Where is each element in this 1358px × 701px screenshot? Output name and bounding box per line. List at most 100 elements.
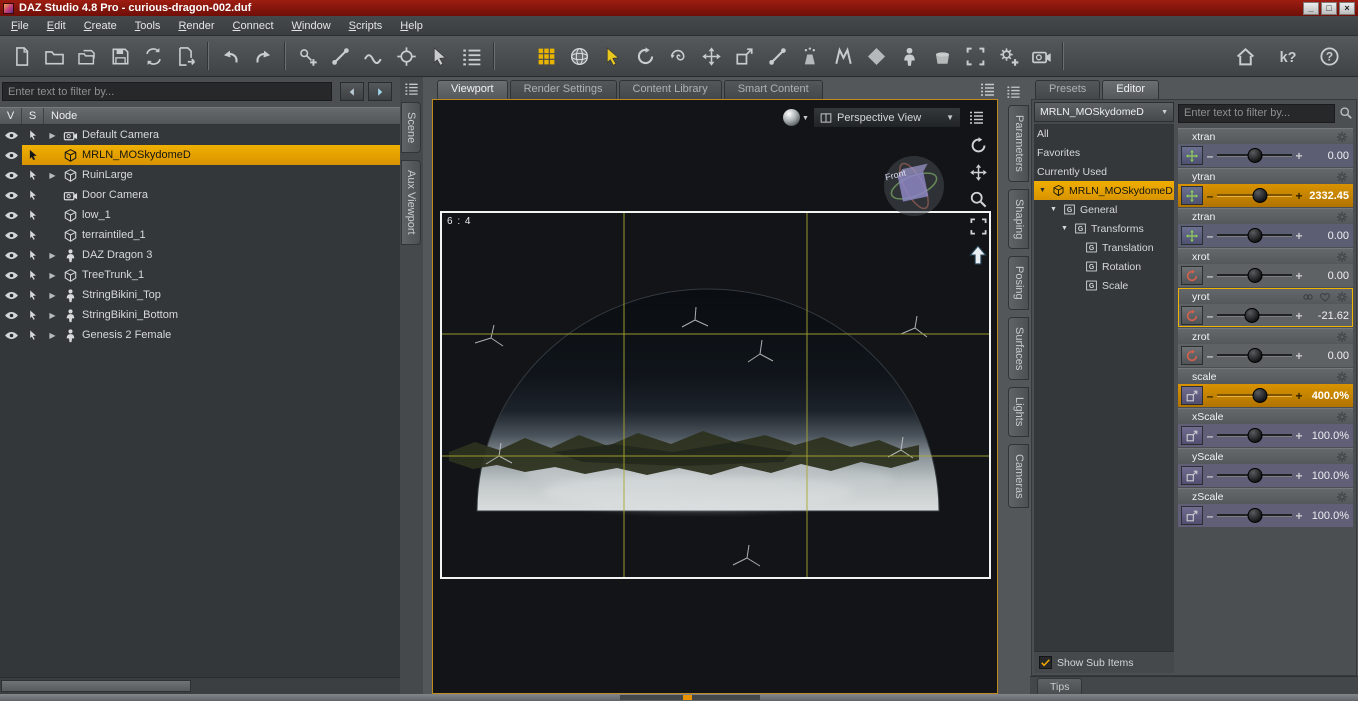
weight-brush-icon[interactable] (358, 41, 388, 71)
slider-handle[interactable] (1247, 468, 1262, 483)
decrement-button[interactable]: – (1205, 469, 1215, 483)
decrement-button[interactable]: – (1205, 429, 1215, 443)
eye-icon[interactable] (0, 125, 22, 145)
expand-arrow-icon[interactable]: ▼ (1048, 206, 1059, 213)
slider-handle[interactable] (1247, 148, 1262, 163)
node-selector-dropdown[interactable]: MRLN_MOSkydomeD ▼ (1034, 102, 1174, 122)
node-editor-icon[interactable] (861, 41, 891, 71)
decrement-button[interactable]: – (1205, 189, 1215, 203)
pan-control-icon[interactable] (969, 163, 988, 182)
tree-row[interactable]: ▶ DAZ Dragon 3 (0, 245, 400, 265)
slider-track[interactable] (1217, 426, 1292, 445)
param-group-translation[interactable]: G Translation (1034, 238, 1174, 257)
pointer-tool-icon[interactable] (424, 41, 454, 71)
param-group-currently-used[interactable]: Currently Used (1034, 162, 1174, 181)
pointer-icon[interactable] (23, 329, 43, 341)
eye-icon[interactable] (0, 305, 22, 325)
increment-button[interactable]: + (1294, 389, 1304, 403)
spot-render-tool-icon[interactable] (960, 41, 990, 71)
expand-arrow-icon[interactable]: ▶ (46, 331, 59, 340)
side-tab-parameters[interactable]: Parameters (1008, 105, 1029, 182)
menu-render[interactable]: Render (169, 17, 223, 35)
save-file-icon[interactable] (105, 41, 135, 71)
expand-arrow-icon[interactable]: ▼ (1059, 225, 1070, 232)
pointer-icon[interactable] (23, 169, 43, 181)
eye-icon[interactable] (0, 205, 22, 225)
param-value[interactable]: 0.00 (1306, 230, 1350, 242)
tab-render-settings[interactable]: Render Settings (509, 80, 617, 99)
render-icon[interactable] (531, 41, 561, 71)
orbit-control-icon[interactable] (969, 136, 988, 155)
preferences-icon[interactable] (993, 41, 1023, 71)
increment-button[interactable]: + (1294, 269, 1304, 283)
slider-handle[interactable] (1252, 388, 1268, 403)
gear-icon[interactable] (1336, 171, 1348, 183)
pointer-icon[interactable] (23, 229, 43, 241)
decrement-button[interactable]: – (1205, 309, 1215, 323)
new-camera-icon[interactable] (1026, 41, 1056, 71)
slider-track[interactable] (1217, 466, 1292, 485)
slider-track[interactable] (1217, 306, 1292, 325)
rotate-tool-icon[interactable] (630, 41, 660, 71)
param-value[interactable]: 100.0% (1306, 430, 1350, 442)
increment-button[interactable]: + (1294, 509, 1304, 523)
tab-editor[interactable]: Editor (1102, 80, 1160, 99)
node-settings-icon[interactable] (391, 41, 421, 71)
side-tab-shaping[interactable]: Shaping (1008, 188, 1029, 250)
export-file-icon[interactable] (171, 41, 201, 71)
create-node-icon[interactable] (292, 41, 322, 71)
open-file-icon[interactable] (39, 41, 69, 71)
lighting-sphere-icon[interactable] (783, 109, 800, 126)
eye-icon[interactable] (0, 245, 22, 265)
zoom-control-icon[interactable] (969, 190, 988, 209)
new-file-icon[interactable] (6, 41, 36, 71)
joint-editor-icon[interactable] (325, 41, 355, 71)
param-group-all[interactable]: All (1034, 124, 1174, 143)
pointer-icon[interactable] (23, 209, 43, 221)
horizontal-scrollbar[interactable] (0, 677, 400, 694)
decrement-button[interactable]: – (1205, 269, 1215, 283)
gear-icon[interactable] (1336, 131, 1348, 143)
param-value[interactable]: 2332.45 (1306, 190, 1350, 202)
slider-handle[interactable] (1247, 428, 1262, 443)
param-value[interactable]: 0.00 (1306, 350, 1350, 362)
pointer-icon[interactable] (23, 149, 43, 161)
merge-file-icon[interactable] (72, 41, 102, 71)
slider-track[interactable] (1217, 506, 1292, 525)
eye-icon[interactable] (0, 165, 22, 185)
translate-tool-icon[interactable] (696, 41, 726, 71)
pane-menu-icon[interactable] (980, 81, 996, 97)
eye-icon[interactable] (0, 225, 22, 245)
gear-icon[interactable] (1336, 371, 1348, 383)
param-value[interactable]: 100.0% (1306, 510, 1350, 522)
side-tab-posing[interactable]: Posing (1008, 256, 1029, 310)
pointer-icon[interactable] (23, 189, 43, 201)
menu-file[interactable]: File (2, 17, 38, 35)
viewport-pane[interactable]: ▼ Perspective View ▼ 6 : 4 Front (432, 99, 998, 694)
filter-forward-button[interactable] (368, 82, 392, 101)
whats-this-icon[interactable]: k? (1272, 41, 1302, 71)
tree-row[interactable]: Door Camera (0, 185, 400, 205)
scene-list-icon[interactable] (457, 41, 487, 71)
pane-menu-icon[interactable] (404, 81, 420, 96)
side-tab-surfaces[interactable]: Surfaces (1008, 316, 1029, 381)
geometry-editor-tool-icon[interactable] (828, 41, 858, 71)
slider-track[interactable] (1217, 386, 1292, 405)
eye-icon[interactable] (0, 185, 22, 205)
gear-icon[interactable] (1336, 451, 1348, 463)
redo-icon[interactable] (248, 41, 278, 71)
scale-tool-icon[interactable] (729, 41, 759, 71)
param-value[interactable]: 100.0% (1306, 470, 1350, 482)
menu-connect[interactable]: Connect (224, 17, 283, 35)
slider-track[interactable] (1217, 146, 1292, 165)
param-value[interactable]: 400.0% (1306, 390, 1350, 402)
tree-row[interactable]: ▶ StringBikini_Top (0, 285, 400, 305)
gear-icon[interactable] (1336, 291, 1348, 303)
gear-icon[interactable] (1336, 211, 1348, 223)
increment-button[interactable]: + (1294, 189, 1304, 203)
slider-handle[interactable] (1244, 308, 1259, 323)
tree-row[interactable]: ▶ Default Camera (0, 125, 400, 145)
chevron-down-icon[interactable]: ▼ (802, 115, 809, 122)
reset-view-control-icon[interactable] (967, 244, 989, 266)
expand-arrow-icon[interactable]: ▶ (46, 251, 59, 260)
